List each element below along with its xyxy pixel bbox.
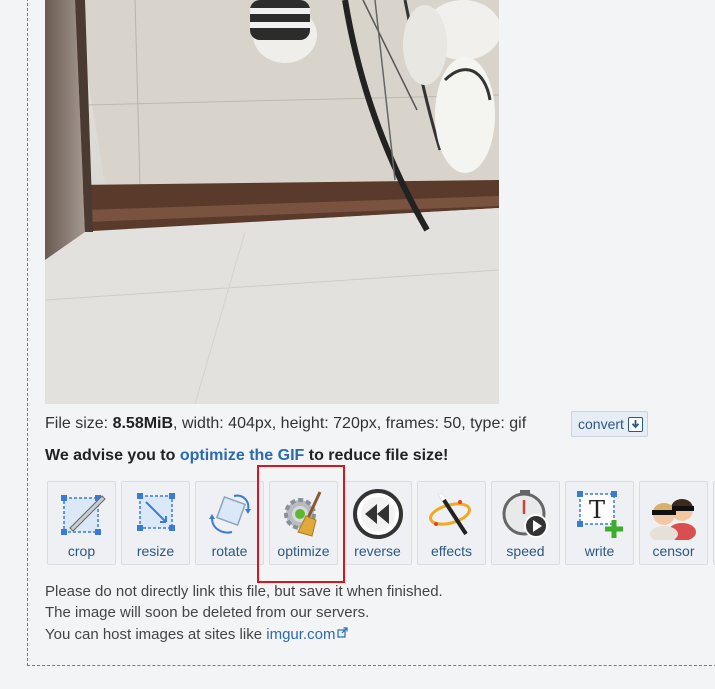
file-info-details: , width: 404px, height: 720px, frames: 5… (173, 415, 527, 432)
resize-icon (130, 488, 182, 540)
convert-button[interactable]: convert (571, 411, 648, 437)
rotate-icon (204, 488, 256, 540)
imgur-link[interactable]: imgur.com (266, 626, 335, 643)
censor-faces-icon (648, 488, 700, 542)
tool-label: resize (136, 543, 175, 559)
broom-gear-icon (278, 488, 330, 540)
tool-label: effects (431, 543, 472, 559)
tool-crop[interactable]: crop (47, 481, 116, 565)
optimize-gif-link[interactable]: optimize the GIF (180, 447, 304, 464)
usage-notes: Please do not directly link this file, b… (45, 581, 443, 645)
tool-reverse[interactable]: reverse (343, 481, 412, 565)
file-size-value: 8.58MiB (112, 415, 174, 432)
tool-label: speed (506, 543, 545, 559)
tool-resize[interactable]: resize (121, 481, 190, 565)
convert-button-label: convert (578, 416, 624, 432)
gif-preview-image (45, 0, 499, 404)
crop-icon (56, 488, 108, 540)
tool-speed[interactable]: speed (491, 481, 560, 565)
text-add-icon: T (574, 488, 626, 540)
tool-label: reverse (354, 543, 401, 559)
tool-effects[interactable]: effects (417, 481, 486, 565)
tool-label: crop (67, 543, 96, 559)
stopwatch-icon (500, 488, 552, 540)
note-line: The image will soon be deleted from our … (45, 604, 370, 621)
optimize-advice: We advise you to optimize the GIF to red… (45, 447, 448, 465)
rewind-icon (352, 488, 404, 540)
advice-before: We advise you to (45, 447, 180, 464)
tool-rotate[interactable]: rotate (195, 481, 264, 565)
note-text: You can host images at sites like (45, 626, 267, 643)
tool-label: rotate (211, 543, 248, 559)
advice-after: to reduce file size! (304, 447, 449, 464)
file-info-prefix: File size: (45, 415, 113, 432)
tool-label: censor (652, 543, 695, 559)
external-link-icon (337, 623, 349, 644)
file-info: File size: 8.58MiB, width: 404px, height… (45, 414, 526, 434)
tool-label: write (584, 543, 615, 559)
tool-optimize[interactable]: optimize (269, 481, 338, 565)
note-line: Please do not directly link this file, b… (45, 583, 443, 600)
magic-wand-icon (426, 488, 478, 540)
tool-censor[interactable]: censor (639, 481, 708, 565)
download-arrow-icon (627, 416, 643, 432)
tool-label: optimize (277, 543, 330, 559)
tool-write[interactable]: T write (565, 481, 634, 565)
note-line: You can host images at sites like imgur.… (45, 623, 443, 645)
svg-text:T: T (589, 496, 605, 524)
